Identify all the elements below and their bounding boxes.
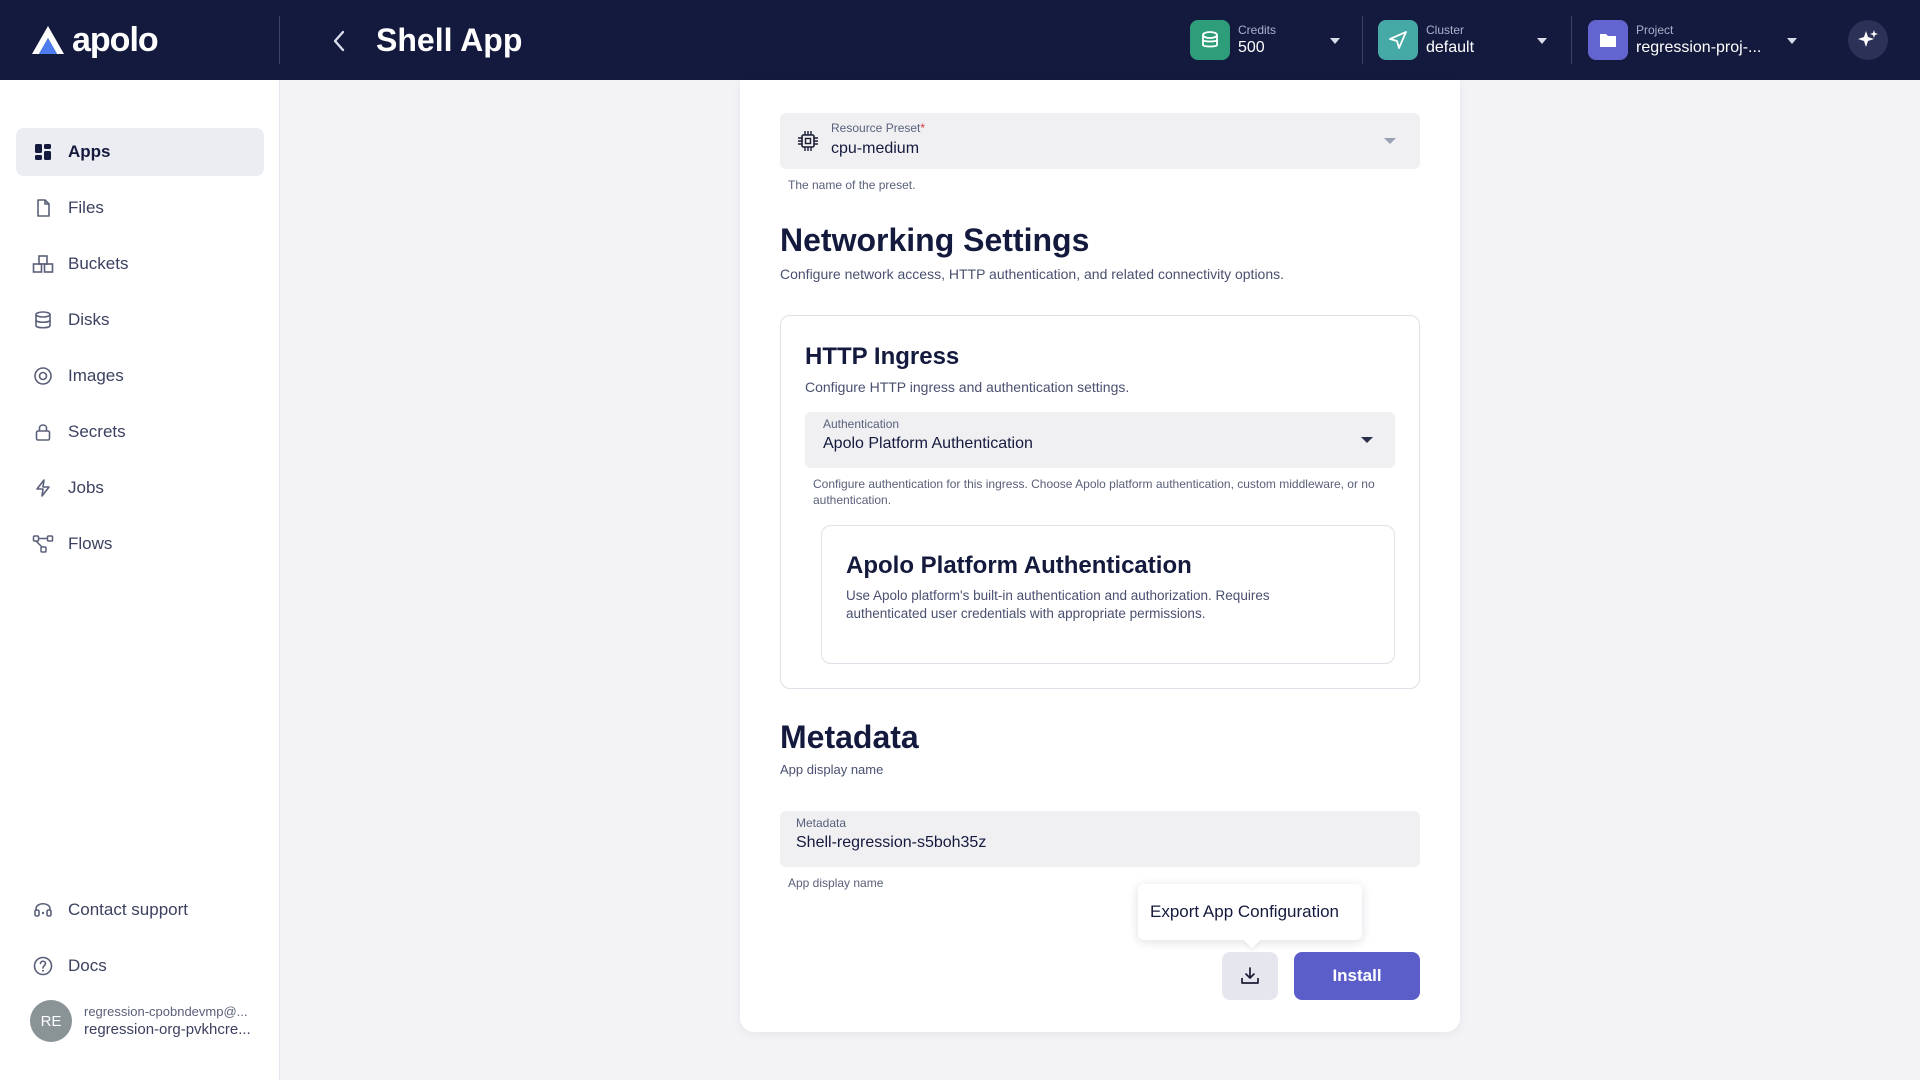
sparkles-icon <box>1858 30 1878 47</box>
lightning-icon <box>32 477 54 499</box>
networking-settings-heading: Networking Settings <box>780 222 1090 258</box>
chevron-down-icon <box>1537 38 1547 44</box>
metadata-input[interactable]: Metadata Shell-regression-s5boh35z <box>780 811 1420 867</box>
sidebar-item-files[interactable]: Files <box>16 184 264 232</box>
resource-preset-label-text: Resource Preset <box>831 121 921 135</box>
metadata-description: App display name <box>780 762 884 777</box>
http-ingress-heading: HTTP Ingress <box>805 343 960 370</box>
avatar: RE <box>30 1000 72 1042</box>
topbar-divider <box>1362 16 1363 64</box>
file-icon <box>32 197 54 219</box>
folder-icon <box>1588 20 1628 60</box>
contact-support-label: Contact support <box>68 900 189 919</box>
apolo-auth-description: Use Apolo platform's built-in authentica… <box>846 588 1270 621</box>
cluster-label: Cluster <box>1426 23 1465 37</box>
buckets-icon <box>32 253 54 275</box>
project-label: Project <box>1636 23 1674 37</box>
apps-icon <box>32 141 54 163</box>
contact-support-link[interactable]: Contact support <box>16 886 264 934</box>
chevron-left-icon <box>333 30 345 52</box>
send-icon <box>1378 20 1418 60</box>
top-bar: apolo Shell App Credits 500 Cluster defa… <box>0 0 1920 80</box>
user-org: regression-org-pvkhcre... <box>84 1021 251 1038</box>
sidebar-bottom-nav: Contact support Docs <box>16 886 264 998</box>
sidebar-item-label: Images <box>68 366 124 385</box>
chevron-down-icon <box>1384 138 1396 144</box>
ai-assistant-button[interactable] <box>1848 20 1888 60</box>
metadata-heading: Metadata <box>780 719 919 755</box>
coins-icon <box>1190 20 1230 60</box>
resource-preset-helper: The name of the preset. <box>788 178 916 192</box>
sidebar-item-label: Disks <box>68 310 110 329</box>
authentication-select[interactable]: Authentication Apolo Platform Authentica… <box>805 412 1395 468</box>
metadata-label: Metadata <box>796 816 847 830</box>
project-selector[interactable]: Project regression-proj-... <box>1588 18 1798 62</box>
sidebar-item-buckets[interactable]: Buckets <box>16 240 264 288</box>
sidebar-item-images[interactable]: Images <box>16 352 264 400</box>
cluster-selector[interactable]: Cluster default <box>1378 18 1548 62</box>
export-config-tooltip: Export App Configuration <box>1138 884 1362 940</box>
download-icon <box>1241 967 1259 984</box>
flows-icon <box>32 533 54 555</box>
help-circle-icon <box>32 955 54 977</box>
user-profile[interactable]: RE regression-cpobndevmp@... regression-… <box>30 1000 251 1042</box>
chip-icon <box>796 129 820 158</box>
sidebar-item-label: Flows <box>68 534 113 553</box>
docs-label: Docs <box>68 956 107 975</box>
images-icon <box>32 365 54 387</box>
authentication-value: Apolo Platform Authentication <box>823 435 1033 452</box>
metadata-value: Shell-regression-s5boh35z <box>796 834 987 851</box>
required-mark: * <box>920 121 926 135</box>
sidebar-item-label: Jobs <box>68 478 104 497</box>
apolo-logo[interactable]: apolo <box>30 20 159 60</box>
apolo-logo-mark-icon <box>32 26 64 54</box>
headset-icon <box>32 899 54 921</box>
page-title: Shell App <box>376 22 523 58</box>
authentication-label: Authentication <box>823 417 900 431</box>
sidebar-nav: Apps Files Buckets Disks Images Secrets … <box>16 128 264 576</box>
authentication-helper: Configure authentication for this ingres… <box>813 477 1375 507</box>
chevron-down-icon <box>1361 437 1373 443</box>
install-button[interactable]: Install <box>1294 952 1420 1000</box>
sidebar-item-disks[interactable]: Disks <box>16 296 264 344</box>
docs-link[interactable]: Docs <box>16 942 264 990</box>
resource-preset-label: Resource Preset* <box>831 121 925 135</box>
lock-icon <box>32 421 54 443</box>
metadata-helper: App display name <box>788 876 884 890</box>
sidebar: Apps Files Buckets Disks Images Secrets … <box>0 80 280 1080</box>
chevron-down-icon <box>1787 38 1797 44</box>
back-button[interactable] <box>322 24 356 58</box>
cluster-value: default <box>1426 39 1475 56</box>
resource-preset-value: cpu-medium <box>831 140 920 157</box>
chevron-down-icon <box>1330 38 1340 44</box>
sidebar-item-label: Apps <box>68 142 111 161</box>
apolo-auth-heading: Apolo Platform Authentication <box>846 552 1192 579</box>
user-email: regression-cpobndevmp@... <box>84 1004 248 1019</box>
sidebar-item-apps[interactable]: Apps <box>16 128 264 176</box>
sidebar-item-flows[interactable]: Flows <box>16 520 264 568</box>
sidebar-item-label: Secrets <box>68 422 126 441</box>
export-config-button[interactable] <box>1222 952 1278 1000</box>
networking-settings-description: Configure network access, HTTP authentic… <box>780 266 1285 282</box>
database-icon <box>32 309 54 331</box>
credits-selector[interactable]: Credits 500 <box>1190 18 1340 62</box>
topbar-divider <box>279 16 280 64</box>
credits-value: 500 <box>1238 39 1265 56</box>
credits-label: Credits <box>1238 23 1277 37</box>
sidebar-item-label: Files <box>68 198 104 217</box>
resource-preset-select[interactable]: Resource Preset* cpu-medium <box>780 113 1420 169</box>
http-ingress-description: Configure HTTP ingress and authenticatio… <box>805 379 1130 395</box>
logo-text: apolo <box>72 20 159 59</box>
project-value: regression-proj-... <box>1636 39 1762 56</box>
sidebar-item-secrets[interactable]: Secrets <box>16 408 264 456</box>
sidebar-item-jobs[interactable]: Jobs <box>16 464 264 512</box>
topbar-divider <box>1571 16 1572 64</box>
sidebar-item-label: Buckets <box>68 254 129 273</box>
